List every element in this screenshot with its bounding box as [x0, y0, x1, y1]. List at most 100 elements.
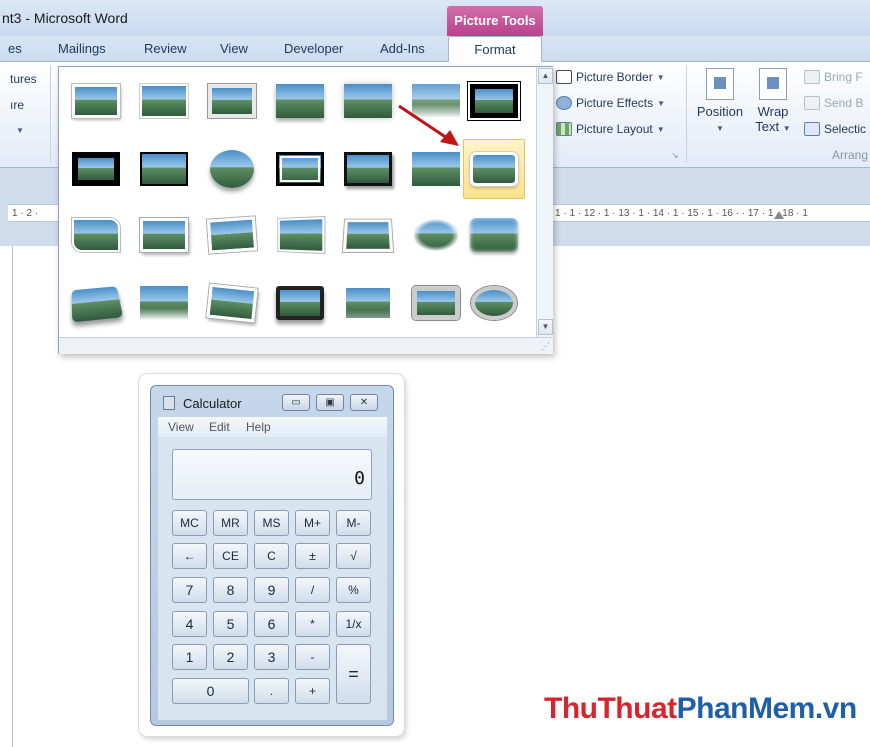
key-plus[interactable]: +: [295, 678, 330, 704]
tab-view[interactable]: View: [220, 41, 248, 56]
tab-add-ins[interactable]: Add-Ins: [380, 41, 425, 56]
picture-style-thumbnail[interactable]: [65, 139, 127, 199]
key-1[interactable]: 1: [172, 644, 207, 670]
key-3[interactable]: 3: [254, 644, 289, 670]
landscape-picture-icon: [276, 286, 324, 320]
key-0[interactable]: 0: [172, 678, 249, 704]
picture-style-thumbnail[interactable]: [405, 273, 467, 333]
chevron-down-icon: ▼: [716, 124, 724, 133]
position-button[interactable]: Position ▼: [694, 68, 746, 134]
resize-grip-icon[interactable]: ⋰: [541, 341, 550, 352]
picture-style-thumbnail[interactable]: [201, 71, 263, 131]
key-8[interactable]: 8: [213, 577, 248, 603]
picture-style-thumbnail[interactable]: [269, 71, 331, 131]
ribbon-left-partial-2[interactable]: ıre: [10, 98, 24, 112]
picture-style-thumbnail[interactable]: [269, 139, 331, 199]
picture-style-thumbnail[interactable]: [405, 205, 467, 265]
picture-effects-button[interactable]: Picture Effects ▼: [556, 96, 665, 110]
picture-style-thumbnail[interactable]: [269, 205, 331, 265]
key-m-plus[interactable]: M+: [295, 510, 330, 536]
key-plus-minus[interactable]: ±: [295, 543, 330, 569]
landscape-picture-icon: [72, 152, 120, 186]
watermark-part-1: ThuThuat: [544, 692, 677, 725]
menu-view[interactable]: View: [168, 420, 194, 434]
tab-references-partial[interactable]: es: [8, 41, 22, 56]
picture-border-icon: [556, 70, 572, 84]
key-ms[interactable]: MS: [254, 510, 289, 536]
key-equals[interactable]: =: [336, 644, 371, 704]
tab-format[interactable]: Format: [448, 36, 542, 63]
picture-style-thumbnail[interactable]: [463, 273, 525, 333]
gallery-scrollbar[interactable]: ▲ ▼: [536, 67, 553, 337]
key-mc[interactable]: MC: [172, 510, 207, 536]
key-7[interactable]: 7: [172, 577, 207, 603]
key-minus[interactable]: -: [295, 644, 330, 670]
picture-border-button[interactable]: Picture Border ▼: [556, 70, 665, 84]
picture-style-thumbnail[interactable]: [463, 205, 525, 265]
picture-style-thumbnail[interactable]: [133, 205, 195, 265]
display-value: 0: [354, 468, 365, 489]
picture-style-thumbnail[interactable]: [65, 71, 127, 131]
landscape-picture-icon: [206, 283, 258, 323]
maximize-button[interactable]: ▣: [316, 394, 344, 411]
picture-style-thumbnail[interactable]: [463, 71, 525, 131]
key-backspace[interactable]: ←: [172, 543, 207, 569]
menu-edit[interactable]: Edit: [209, 420, 230, 434]
key-9[interactable]: 9: [254, 577, 289, 603]
key-mr[interactable]: MR: [213, 510, 248, 536]
selection-pane-button[interactable]: Selectic: [804, 122, 866, 136]
key-decimal[interactable]: .: [254, 678, 289, 704]
dialog-launcher-icon[interactable]: ↘: [671, 150, 679, 161]
key-percent[interactable]: %: [336, 577, 371, 603]
tab-mailings[interactable]: Mailings: [58, 41, 106, 56]
key-m-minus[interactable]: M-: [336, 510, 371, 536]
ruler-right-ticks: 1 · 1 · 12 · 1 · 13 · 1 · 14 · 1 · 15 · …: [555, 208, 808, 219]
landscape-picture-icon: [470, 84, 518, 118]
picture-style-thumbnail[interactable]: [201, 205, 263, 265]
bring-forward-button[interactable]: Bring F: [804, 70, 863, 84]
ribbon-left-partial-1[interactable]: tures: [10, 72, 37, 86]
key-divide[interactable]: /: [295, 577, 330, 603]
picture-effects-label: Picture Effects: [576, 96, 654, 110]
tab-review[interactable]: Review: [144, 41, 187, 56]
picture-style-thumbnail[interactable]: [337, 273, 399, 333]
tab-developer[interactable]: Developer: [284, 41, 343, 56]
send-backward-button[interactable]: Send B: [804, 96, 863, 110]
wrap-text-button[interactable]: Wrap Text ▼: [752, 68, 794, 134]
minimize-button[interactable]: ▭: [282, 394, 310, 411]
picture-style-thumbnail[interactable]: [463, 139, 525, 199]
send-backward-icon: [804, 96, 820, 110]
picture-style-thumbnail[interactable]: [65, 273, 127, 333]
picture-layout-button[interactable]: Picture Layout ▼: [556, 122, 665, 136]
key-6[interactable]: 6: [254, 611, 289, 637]
scroll-down-icon[interactable]: ▼: [538, 319, 553, 335]
key-sqrt[interactable]: √: [336, 543, 371, 569]
picture-style-thumbnail[interactable]: [133, 71, 195, 131]
picture-style-thumbnail[interactable]: [65, 205, 127, 265]
menu-help[interactable]: Help: [246, 420, 271, 434]
key-ce[interactable]: CE: [213, 543, 248, 569]
picture-style-thumbnail[interactable]: [337, 205, 399, 265]
picture-style-thumbnail[interactable]: [337, 139, 399, 199]
key-c[interactable]: C: [254, 543, 289, 569]
picture-style-thumbnail[interactable]: [405, 139, 467, 199]
chevron-down-icon[interactable]: ▼: [16, 126, 24, 135]
picture-style-thumbnail[interactable]: [337, 71, 399, 131]
key-5[interactable]: 5: [213, 611, 248, 637]
ribbon-tabs: es Mailings Review View Developer Add-In…: [0, 36, 870, 63]
scroll-up-icon[interactable]: ▲: [538, 68, 553, 84]
landscape-picture-icon: [413, 219, 459, 251]
picture-style-thumbnail[interactable]: [133, 139, 195, 199]
picture-style-thumbnail[interactable]: [201, 273, 263, 333]
landscape-picture-icon: [412, 286, 460, 320]
key-reciprocal[interactable]: 1/x: [336, 611, 371, 637]
key-4[interactable]: 4: [172, 611, 207, 637]
picture-style-thumbnail[interactable]: [201, 139, 263, 199]
close-button[interactable]: ✕: [350, 394, 378, 411]
key-multiply[interactable]: *: [295, 611, 330, 637]
picture-style-thumbnail[interactable]: [133, 273, 195, 333]
key-2[interactable]: 2: [213, 644, 248, 670]
indent-marker-icon[interactable]: [774, 211, 784, 219]
calculator-title: Calculator: [183, 396, 242, 411]
picture-style-thumbnail[interactable]: [269, 273, 331, 333]
